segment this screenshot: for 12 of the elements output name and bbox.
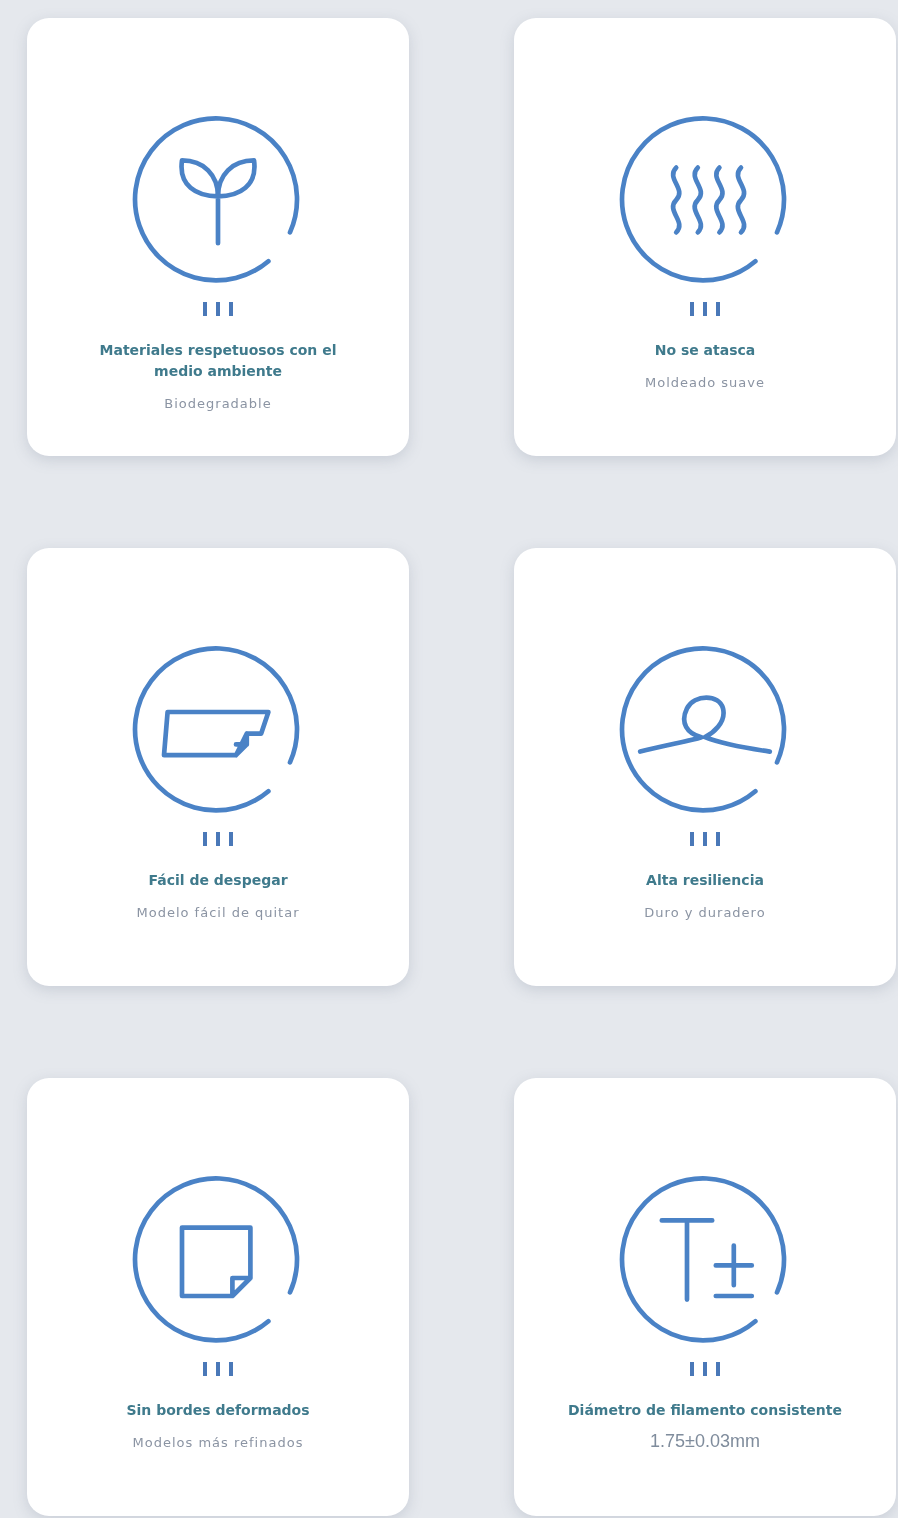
feature-subtitle: 1.75±0.03mm [650, 1431, 760, 1452]
feature-title: No se atasca [654, 341, 756, 360]
feature-title: Sin bordes deformados [126, 1401, 310, 1420]
feature-subtitle: Modelos más refinados [132, 1435, 304, 1450]
feature-title: Diámetro de filamento consistente [568, 1401, 842, 1420]
feature-subtitle: Duro y duradero [644, 905, 766, 920]
feature-subtitle: Moldeado suave [645, 375, 765, 390]
feature-subtitle: Biodegradable [164, 396, 272, 411]
feature-subtitle: Modelo fácil de quitar [136, 905, 300, 920]
feature-title: Materiales respetuosos con el medio ambiente [98, 341, 338, 381]
feature-title: Fácil de despegar [148, 871, 288, 890]
feature-title: Alta resiliencia [646, 871, 764, 890]
